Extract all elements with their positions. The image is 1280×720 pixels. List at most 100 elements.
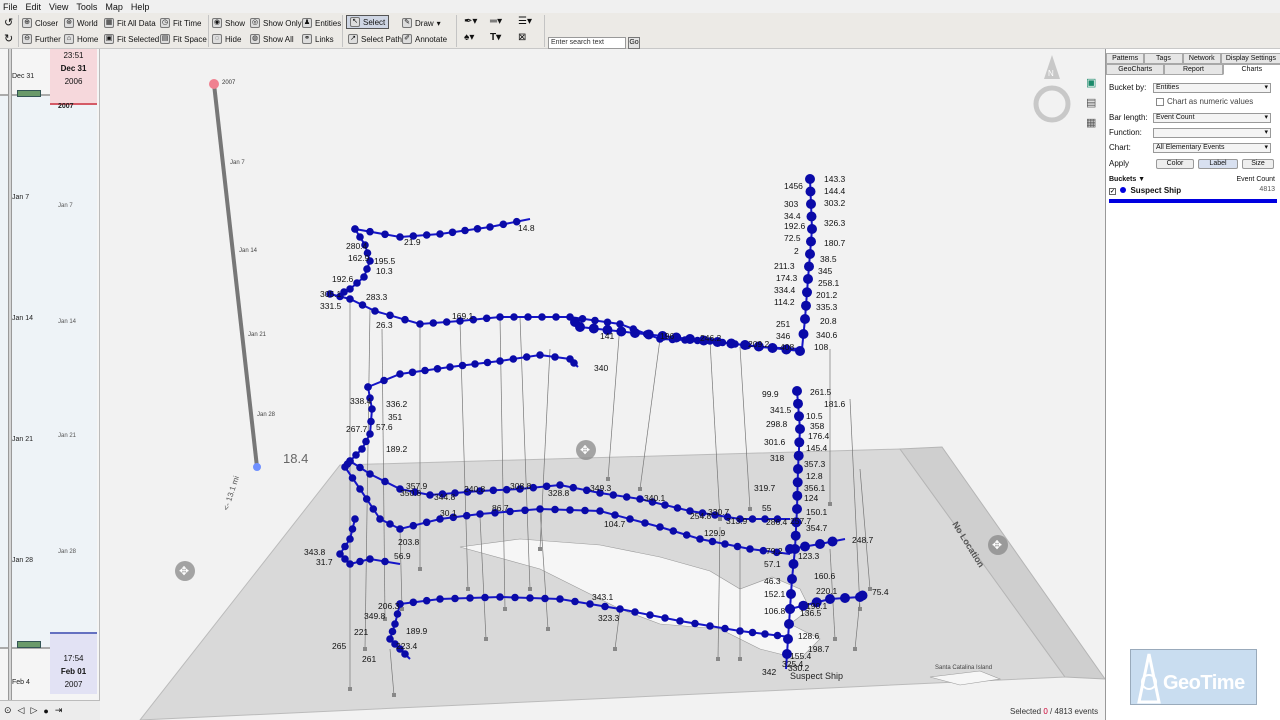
event-point[interactable] (396, 370, 404, 378)
event-point[interactable] (536, 351, 544, 359)
event-point[interactable] (473, 225, 482, 233)
tab-report[interactable]: Report (1164, 64, 1223, 75)
bucket-checkbox[interactable]: ✓ (1109, 188, 1116, 195)
event-point[interactable] (591, 316, 599, 325)
timeline-track[interactable] (8, 49, 12, 700)
bucket-by-select[interactable]: Entities (1153, 83, 1271, 93)
event-point[interactable] (381, 557, 389, 566)
event-point[interactable] (783, 634, 793, 644)
event-point[interactable] (386, 311, 394, 320)
event-point[interactable] (348, 474, 357, 482)
event-point[interactable] (801, 300, 811, 311)
event-point[interactable] (352, 451, 360, 459)
axis-bottom-marker[interactable] (253, 463, 261, 471)
event-point[interactable] (346, 457, 354, 465)
event-point[interactable] (351, 225, 359, 233)
event-point[interactable] (408, 368, 417, 377)
event-point[interactable] (726, 338, 737, 349)
event-point[interactable] (746, 545, 754, 553)
timeline-range-band[interactable] (0, 94, 97, 649)
event-point[interactable] (369, 505, 378, 513)
hide-button[interactable]: ◌ Hide (212, 32, 241, 46)
event-point[interactable] (785, 544, 795, 554)
event-point[interactable] (496, 593, 504, 601)
event-point[interactable] (367, 417, 375, 426)
event-point[interactable] (802, 287, 812, 298)
list-style-icon[interactable]: ☰▾ (518, 16, 532, 27)
event-point[interactable] (391, 620, 399, 628)
event-point[interactable] (426, 491, 434, 499)
event-point[interactable] (785, 604, 795, 614)
event-point[interactable] (462, 511, 471, 520)
event-point[interactable] (676, 617, 684, 625)
event-point[interactable] (798, 329, 809, 339)
event-point[interactable] (622, 493, 631, 501)
tab-display-settings[interactable]: Display Settings (1220, 53, 1280, 64)
event-point[interactable] (510, 313, 518, 321)
size-apply-button[interactable]: Size (1242, 159, 1274, 169)
menu-view[interactable]: View (49, 2, 68, 12)
event-point[interactable] (341, 463, 349, 471)
event-point[interactable] (496, 357, 504, 365)
tab-tags[interactable]: Tags (1144, 53, 1183, 64)
menu-map[interactable]: Map (105, 2, 123, 12)
event-point[interactable] (358, 445, 366, 453)
numeric-checkbox[interactable] (1156, 97, 1164, 106)
event-point[interactable] (442, 318, 451, 326)
event-point[interactable] (446, 363, 454, 371)
sort-icon[interactable]: ▼ (1136, 176, 1145, 183)
event-point[interactable] (356, 233, 364, 241)
event-point[interactable] (630, 328, 640, 338)
event-point[interactable] (661, 614, 669, 622)
event-point[interactable] (792, 477, 803, 488)
label-apply-button[interactable]: Label (1198, 159, 1238, 169)
event-point[interactable] (366, 470, 374, 478)
buckets-header[interactable]: Buckets ▼ Event Count (1109, 176, 1277, 185)
event-point[interactable] (646, 611, 654, 619)
event-point[interactable] (340, 288, 348, 296)
event-point[interactable] (422, 596, 431, 605)
event-point[interactable] (721, 624, 729, 633)
event-point[interactable] (570, 317, 580, 327)
event-point[interactable] (483, 358, 492, 367)
timeline-end-handle[interactable] (17, 641, 41, 648)
event-point[interactable] (401, 315, 409, 324)
event-point[interactable] (733, 542, 742, 551)
event-point[interactable] (353, 279, 361, 287)
event-point[interactable] (388, 627, 397, 636)
event-point[interactable] (436, 595, 444, 603)
event-point[interactable] (800, 541, 810, 552)
event-point[interactable] (748, 628, 757, 637)
event-point[interactable] (341, 542, 349, 551)
event-point[interactable] (499, 220, 508, 229)
bucket-row[interactable]: ✓ Suspect Ship 4813 (1109, 186, 1277, 197)
event-point[interactable] (524, 313, 532, 321)
grid-icon[interactable]: ▦ (1086, 116, 1096, 129)
show-only-button[interactable]: ◎ Show Only (250, 16, 302, 30)
line-style-icon[interactable]: ═▾ (490, 16, 502, 27)
event-point[interactable] (451, 594, 459, 603)
event-point[interactable] (362, 437, 370, 446)
text-format-icon[interactable]: T▾ (490, 32, 501, 43)
event-point[interactable] (571, 597, 579, 606)
event-point[interactable] (805, 174, 815, 184)
event-point[interactable] (636, 495, 644, 503)
event-point[interactable] (596, 507, 604, 515)
event-point[interactable] (360, 273, 368, 281)
event-point[interactable] (401, 650, 409, 658)
event-point[interactable] (784, 619, 794, 629)
event-point[interactable] (669, 527, 678, 535)
closer-button[interactable]: ⊕ Closer (22, 16, 58, 30)
line-color-icon[interactable]: ✒▾ (464, 16, 477, 27)
event-point[interactable] (421, 366, 429, 375)
event-point[interactable] (368, 405, 376, 413)
event-point[interactable] (511, 593, 519, 602)
select-button[interactable]: ↖ Select (346, 15, 390, 29)
timeline-end-marker[interactable]: 17:54 Feb 01 2007 (50, 632, 97, 694)
event-point[interactable] (356, 557, 364, 566)
event-point[interactable] (569, 483, 578, 492)
event-point[interactable] (486, 223, 494, 231)
event-point[interactable] (815, 539, 825, 549)
tab-charts[interactable]: Charts (1222, 64, 1280, 75)
bar-length-select[interactable]: Event Count (1153, 113, 1271, 123)
